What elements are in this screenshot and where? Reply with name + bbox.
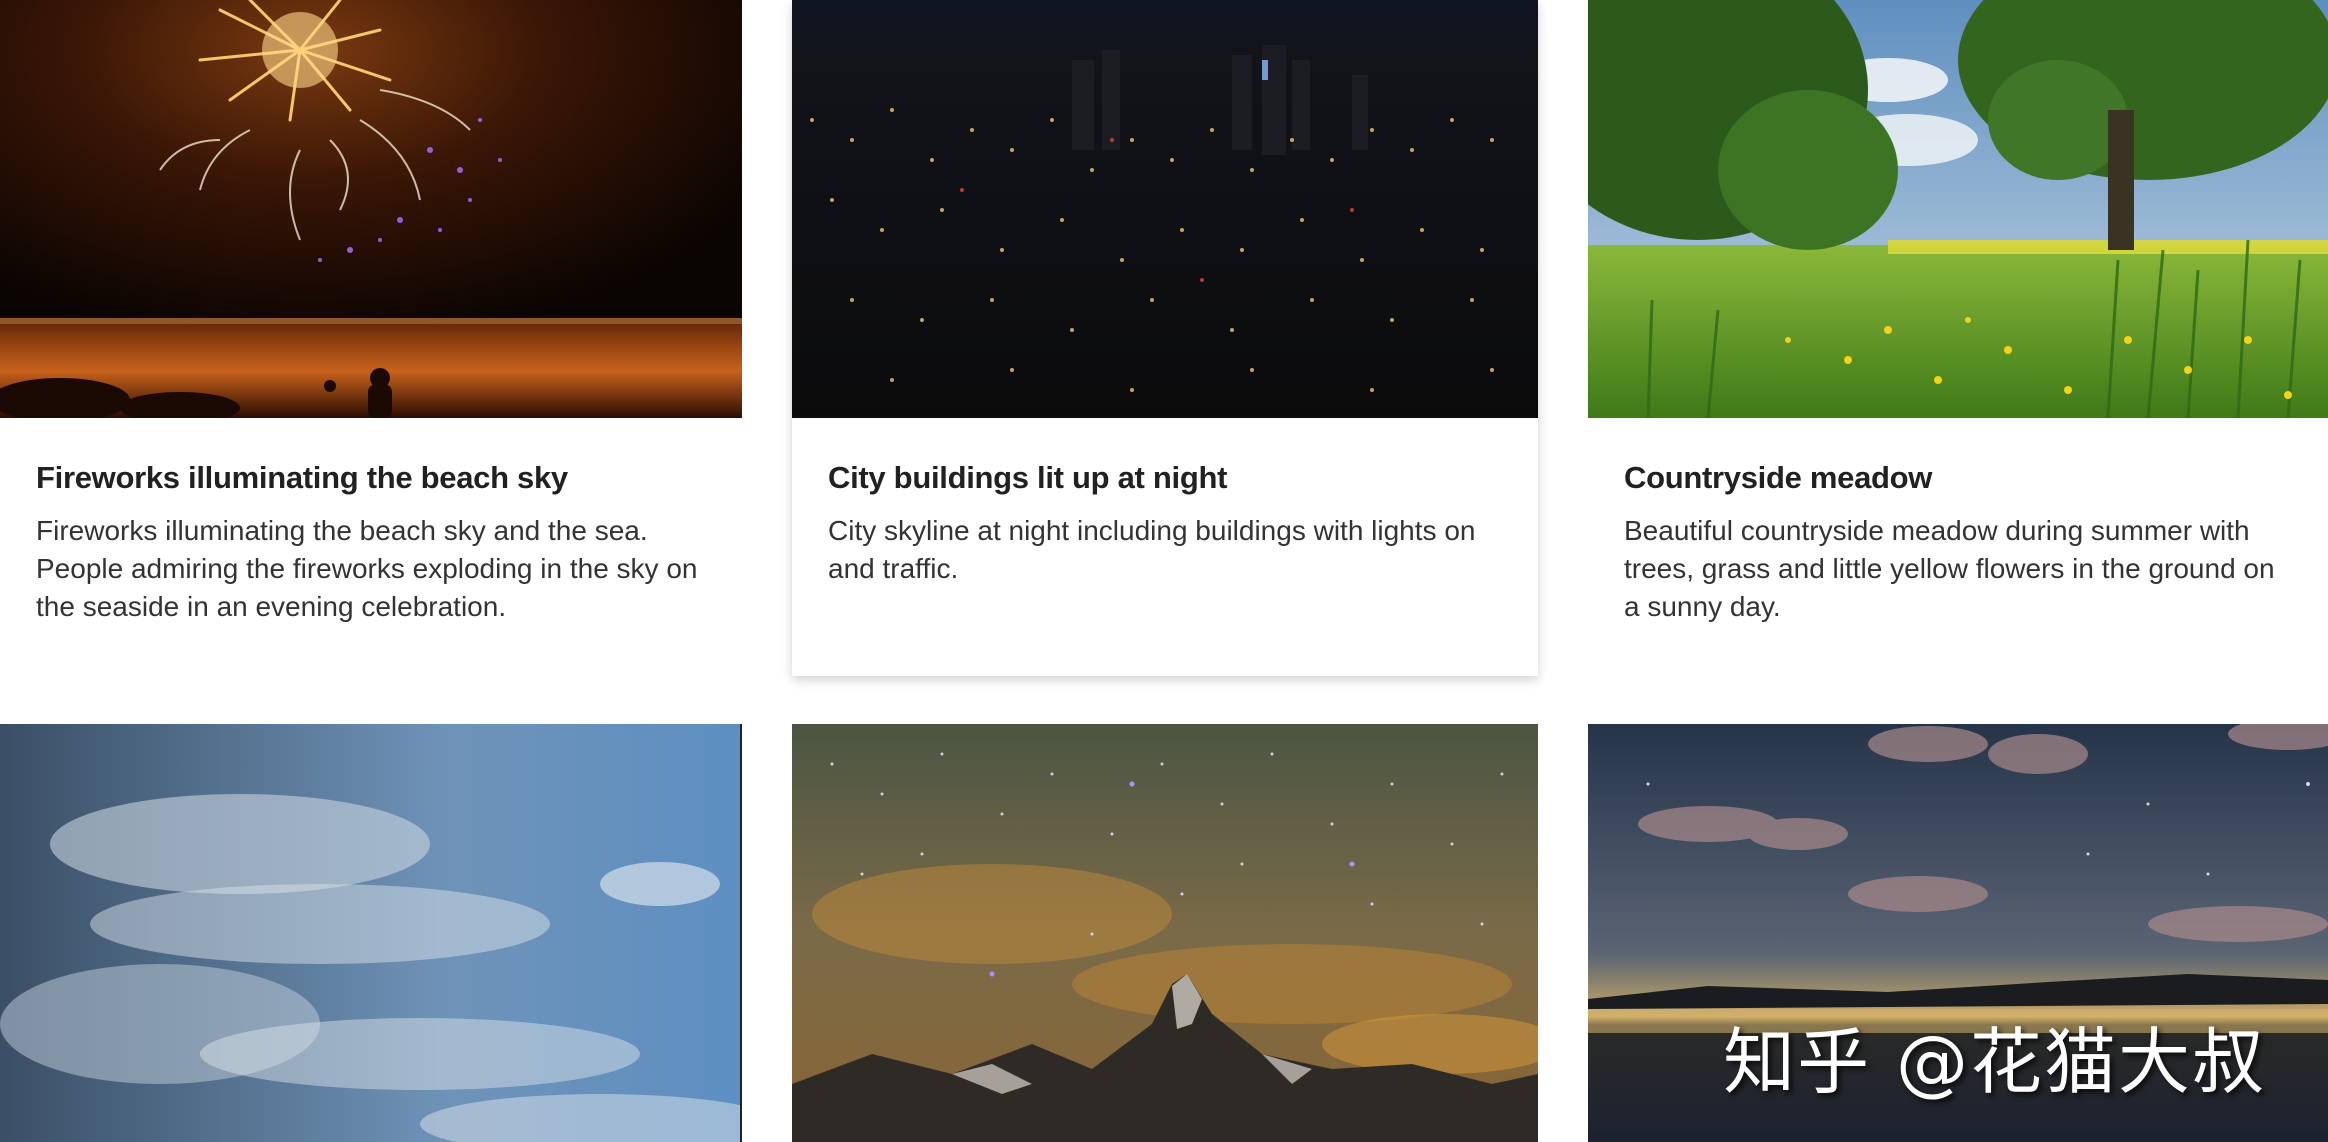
video-card-fireworks[interactable]: Fireworks illuminating the beach sky Fir… — [0, 0, 742, 690]
card-description: Beautiful countryside meadow during summ… — [1624, 515, 2275, 622]
card-body: Countryside meadow Beautiful countryside… — [1624, 458, 2292, 626]
card-body: City buildings lit up at night City skyl… — [828, 458, 1502, 588]
video-card-starry-mountain[interactable] — [792, 724, 1538, 1142]
card-description: City skyline at night including building… — [828, 515, 1476, 584]
fireworks-beach-image[interactable] — [0, 0, 742, 418]
meadow-image[interactable] — [1588, 0, 2328, 418]
card-title[interactable]: Fireworks illuminating the beach sky — [36, 458, 706, 498]
starry-mountain-image[interactable] — [792, 724, 1538, 1142]
watermark-text: 知乎 @花猫大叔 — [1723, 1020, 2266, 1104]
cloudy-sky-image[interactable] — [0, 724, 742, 1142]
video-card-cloudy-sky[interactable] — [0, 724, 742, 1142]
video-gallery-page: Fireworks illuminating the beach sky Fir… — [0, 0, 2328, 1142]
video-card-meadow[interactable]: Countryside meadow Beautiful countryside… — [1588, 0, 2328, 690]
card-description: Fireworks illuminating the beach sky and… — [36, 515, 698, 622]
city-night-image[interactable] — [792, 0, 1538, 418]
card-title[interactable]: Countryside meadow — [1624, 458, 2292, 498]
card-body: Fireworks illuminating the beach sky Fir… — [36, 458, 706, 626]
card-title[interactable]: City buildings lit up at night — [828, 458, 1502, 498]
video-card-city-night[interactable]: City buildings lit up at night City skyl… — [792, 0, 1538, 676]
